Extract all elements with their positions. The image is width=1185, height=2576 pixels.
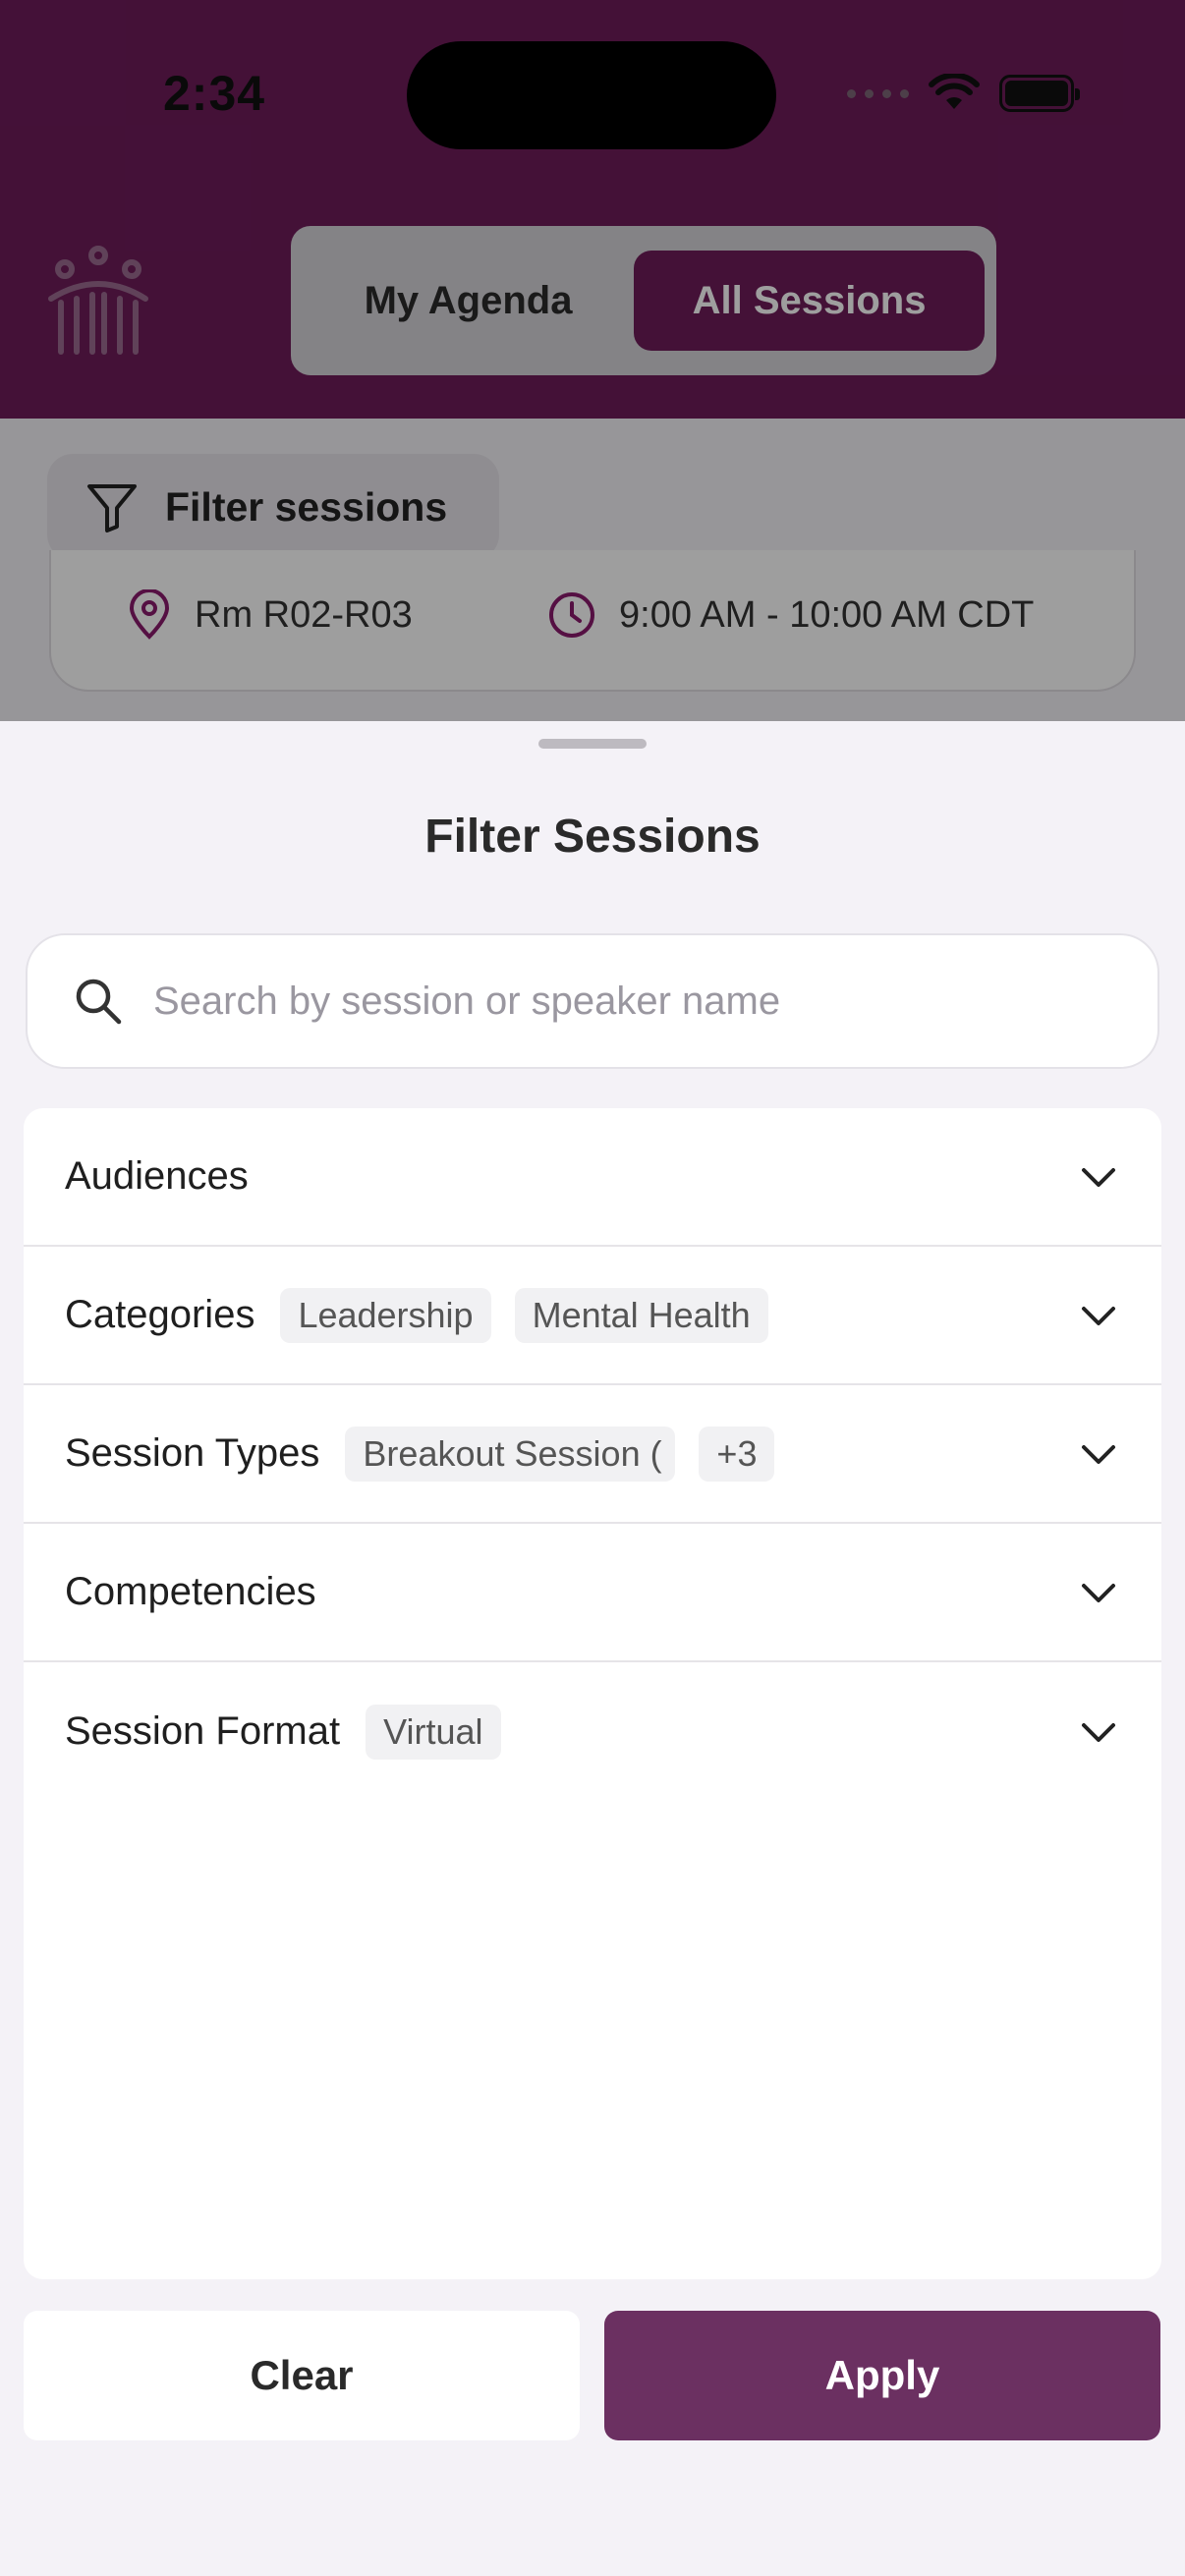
dim-overlay[interactable] (0, 0, 1185, 721)
filter-row-audiences[interactable]: Audiences (24, 1108, 1161, 1247)
filter-label: Categories (65, 1293, 255, 1336)
filter-row-categories[interactable]: Categories Leadership Mental Health (24, 1247, 1161, 1385)
tag-list: Breakout Session ( +3 (345, 1426, 775, 1482)
filter-row-session-format[interactable]: Session Format Virtual (24, 1662, 1161, 1801)
search-field[interactable] (26, 933, 1159, 1069)
sheet-grabber[interactable] (538, 739, 647, 749)
filter-label: Competencies (65, 1570, 316, 1613)
filter-list: Audiences Categories Leadership Mental H… (24, 1108, 1161, 2279)
clear-button[interactable]: Clear (24, 2311, 580, 2440)
tag: Leadership (280, 1287, 491, 1343)
tag-list: Leadership Mental Health (280, 1287, 768, 1343)
filter-label: Session Types (65, 1431, 320, 1475)
chevron-down-icon (1082, 1583, 1115, 1602)
tag-more-count: +3 (699, 1426, 775, 1482)
tag: Virtual (366, 1704, 501, 1760)
filter-row-session-types[interactable]: Session Types Breakout Session ( +3 (24, 1385, 1161, 1524)
search-icon (76, 979, 122, 1025)
filter-label: Audiences (65, 1154, 249, 1198)
chevron-down-icon (1082, 1722, 1115, 1742)
apply-button[interactable]: Apply (604, 2311, 1160, 2440)
tag-list: Virtual (366, 1704, 501, 1760)
search-input[interactable] (153, 979, 1116, 1024)
tag: Mental Health (514, 1287, 768, 1343)
chevron-down-icon (1082, 1444, 1115, 1464)
chevron-down-icon (1082, 1306, 1115, 1325)
chevron-down-icon (1082, 1167, 1115, 1187)
tag: Breakout Session ( (345, 1426, 676, 1482)
filter-row-competencies[interactable]: Competencies (24, 1524, 1161, 1662)
sheet-title: Filter Sessions (424, 811, 761, 863)
filter-label: Session Format (65, 1709, 341, 1753)
